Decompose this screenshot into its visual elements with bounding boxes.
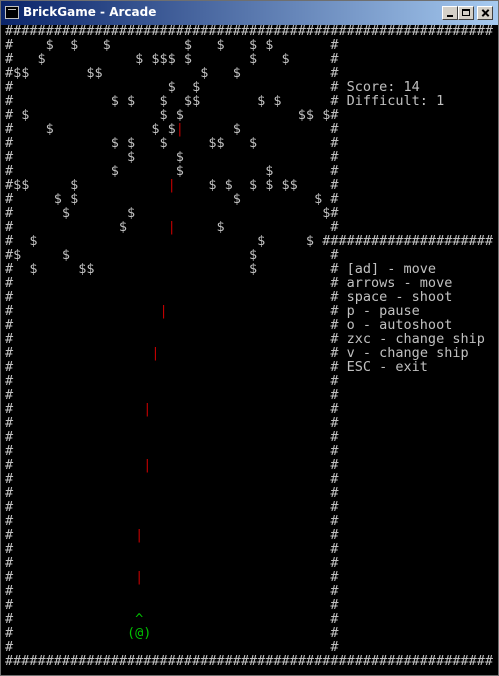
game-screen: ########################################… xyxy=(5,25,493,665)
screen-row: # | # xyxy=(5,570,494,585)
screen-row: # # xyxy=(5,542,493,557)
minimize-button[interactable] xyxy=(442,6,458,20)
screen-row: # # xyxy=(5,472,493,487)
bullet: | xyxy=(159,304,168,319)
screen-row: # $ $ $ $$ $ # xyxy=(5,136,493,151)
screen-row: # # xyxy=(5,374,493,389)
screen-row: # # arrows - move xyxy=(5,276,493,291)
screen-row: # $ $ $ $ # xyxy=(5,192,493,207)
screen-row: # # xyxy=(5,556,493,571)
screen-row: # # space - shoot xyxy=(5,290,493,305)
ship-part: ( xyxy=(127,626,136,641)
bullet: | xyxy=(135,570,144,585)
screen-row: # | # v - change ship xyxy=(5,346,494,361)
screen-row: # | # p - pause xyxy=(5,304,494,319)
console-icon[interactable] xyxy=(5,6,19,19)
ship-part: ^ xyxy=(135,612,144,627)
title-bar[interactable]: BrickGame - Arcade xyxy=(1,1,498,25)
screen-row: # # ESC - exit xyxy=(5,360,493,375)
screen-row: # # xyxy=(5,598,493,613)
screen-row: # | # xyxy=(5,458,494,473)
close-button[interactable] xyxy=(477,6,493,20)
screen-row: # # xyxy=(5,584,493,599)
screen-row: # | # xyxy=(5,402,494,417)
ship-part: ) xyxy=(143,626,152,641)
screen-row: # # xyxy=(5,500,493,515)
screen-row: ########################################… xyxy=(5,654,493,666)
app-window: BrickGame - Arcade #####################… xyxy=(0,0,499,676)
screen-row: # $ $ $$$ $ $ $ # xyxy=(5,52,493,67)
window-title: BrickGame - Arcade xyxy=(23,5,157,19)
screen-row: ########################################… xyxy=(5,25,493,39)
window-bottom-border xyxy=(1,665,498,675)
bullet: | xyxy=(135,528,144,543)
console-screen[interactable]: ########################################… xyxy=(5,25,495,665)
screen-row: #$$ $ | $ $ $ $ $$ # xyxy=(5,178,494,193)
bullet: | xyxy=(167,178,176,193)
screen-row: # # xyxy=(5,388,493,403)
screen-row: # # xyxy=(5,514,493,529)
screen-row: # $ $ $ $$ $# xyxy=(5,108,493,123)
screen-row: #$$ $$ $ $ # xyxy=(5,66,493,81)
screen-row: # $ $ $ # xyxy=(5,164,493,179)
ship-part: @ xyxy=(135,626,144,641)
screen-row: # # o - autoshoot xyxy=(5,318,493,333)
bullet: | xyxy=(175,122,184,137)
screen-row: # $ $ $| $ # xyxy=(5,122,494,137)
bullet: | xyxy=(167,220,176,235)
screen-row: # # xyxy=(5,444,493,459)
screen-row: # # xyxy=(5,640,493,655)
bullet: | xyxy=(143,402,152,417)
screen-row: # $ $ $# xyxy=(5,206,493,221)
screen-row: # $ $$ $ # [ad] - move xyxy=(5,262,493,277)
screen-row: # | # xyxy=(5,528,494,543)
maximize-button[interactable] xyxy=(458,6,474,20)
screen-row: # ^ # xyxy=(5,612,494,627)
bullet: | xyxy=(151,346,160,361)
screen-row: # $ $ $ ##################### xyxy=(5,234,493,249)
screen-row: # # xyxy=(5,486,493,501)
screen-row: # (@) # xyxy=(5,626,494,641)
bullet: | xyxy=(143,458,152,473)
screen-row: # $ $ $ $ $ $ $ # xyxy=(5,38,493,53)
screen-row: #$ $ $ # xyxy=(5,248,493,263)
screen-row: # $ $ $ $$ $ $ # Difficult: 1 xyxy=(5,94,493,109)
screen-row: # # zxc - change ship xyxy=(5,332,493,347)
screen-row: # # xyxy=(5,430,493,445)
screen-row: # $ | $ # xyxy=(5,220,494,235)
screen-row: # # xyxy=(5,416,493,431)
screen-row: # $ $ # Score: 14 xyxy=(5,80,493,95)
screen-row: # $ $ # xyxy=(5,150,493,165)
